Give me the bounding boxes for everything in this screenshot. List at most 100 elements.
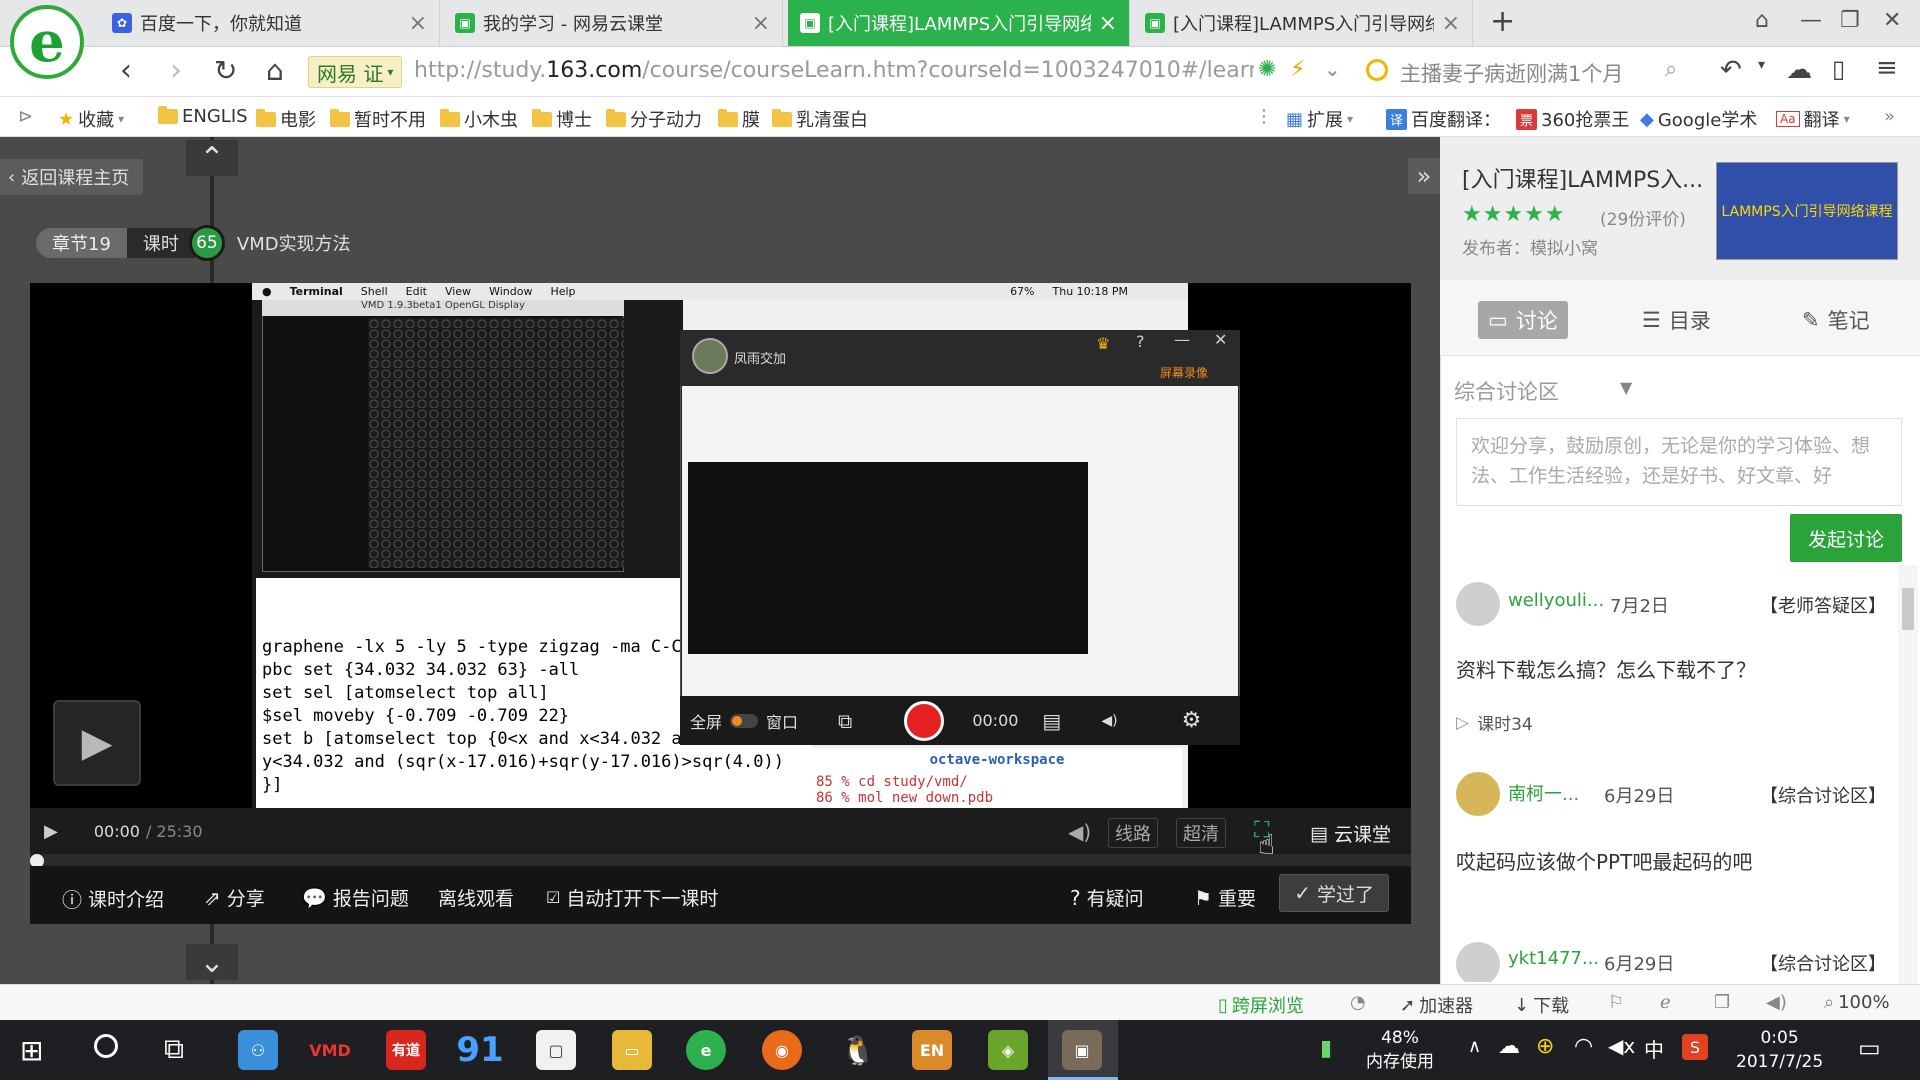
memory-usage[interactable]: 48% 内存使用	[1366, 1026, 1434, 1074]
chevron-down-icon[interactable]: ⌄	[1324, 57, 1341, 81]
site-cert-badge[interactable]: 网易 证 ▾	[308, 56, 403, 88]
bookmark-folder[interactable]: 膜	[718, 106, 760, 132]
cross-screen-button[interactable]: ▯ 跨屏浏览	[1218, 992, 1304, 1018]
baidu-translate-ext[interactable]: 译百度翻译：	[1386, 106, 1501, 132]
ie-icon[interactable]: ℯ	[1660, 992, 1671, 1013]
rating-count[interactable]: (29份评价)	[1600, 205, 1686, 230]
app-youdao-icon[interactable]: 有道	[386, 1030, 426, 1070]
avatar[interactable]	[1456, 772, 1500, 816]
active-app-slot[interactable]: ▣	[1048, 1020, 1118, 1080]
ticket-ext[interactable]: 票 360抢票王	[1516, 106, 1629, 132]
firefox-icon[interactable]: ◉	[762, 1030, 802, 1070]
plus-circle-icon[interactable]: ⊕	[1536, 1034, 1554, 1059]
skin-icon[interactable]: ⌂	[1755, 8, 1769, 33]
cloud-classroom-logo[interactable]: ▤ 云课堂	[1310, 820, 1391, 847]
bookmark-favorites[interactable]: ★ 收藏 ▾	[58, 106, 124, 132]
home-icon[interactable]: ⌂	[266, 56, 284, 86]
restore-icon[interactable]: ❐	[1840, 8, 1860, 33]
post-author[interactable]: ykt1477...	[1508, 948, 1599, 969]
accelerator-button[interactable]: ➚ 加速器	[1400, 992, 1473, 1018]
close-tab-icon[interactable]: ×	[1442, 11, 1460, 36]
post-author[interactable]: 南柯一...	[1508, 780, 1579, 806]
bookmark-folder[interactable]: 乳清蛋白	[772, 106, 868, 132]
share-button[interactable]: ⇗ 分享	[204, 884, 265, 911]
learned-button[interactable]: ✓ 学过了	[1279, 874, 1389, 912]
double-chevron-right-icon[interactable]: »	[1884, 106, 1895, 127]
course-thumbnail[interactable]: LAMMPS入门引导网络课程	[1716, 162, 1898, 260]
new-tab-button[interactable]: +	[1490, 4, 1515, 39]
volume-icon[interactable]: ◀)	[1068, 820, 1091, 844]
discussion-textarea[interactable]: 欢迎分享，鼓励原创，无论是你的学习体验、想法、工作生活经验，还是好书、好文章、好	[1456, 418, 1902, 506]
wifi-icon[interactable]: ◠	[1574, 1034, 1593, 1059]
bookmark-folder[interactable]: 暂时不用	[330, 106, 426, 132]
avatar[interactable]	[1456, 942, 1500, 982]
refresh-icon[interactable]: ↻	[214, 56, 237, 86]
extensions-button[interactable]: ▦ 扩展 ▾	[1286, 106, 1353, 132]
post-author[interactable]: wellyouli...	[1508, 590, 1604, 611]
qq-icon[interactable]: 🐧	[838, 1030, 878, 1070]
avatar[interactable]	[1456, 582, 1500, 626]
windows-start-icon[interactable]: ⊞	[20, 1034, 43, 1067]
offline-watch-button[interactable]: 离线观看	[438, 884, 514, 911]
speaker-muted-icon[interactable]: ◀x	[1608, 1034, 1635, 1058]
important-button[interactable]: ⚑ 重要	[1194, 884, 1256, 911]
tab-catalog[interactable]: ☰ 目录	[1632, 301, 1721, 339]
battery-icon[interactable]: ▮	[1320, 1036, 1332, 1061]
close-tab-icon[interactable]: ×	[752, 11, 770, 36]
bookmark-folder[interactable]: 分子动力	[606, 106, 702, 132]
minimize-icon[interactable]: —	[1800, 8, 1822, 33]
chevron-down-icon[interactable]: ▼	[1620, 378, 1632, 397]
close-window-icon[interactable]: ✕	[1883, 8, 1901, 33]
chevron-up-icon[interactable]: ∧	[1468, 1036, 1481, 1057]
post-area[interactable]: 【老师答疑区】	[1760, 592, 1886, 618]
quality-select-button[interactable]: 超清	[1176, 818, 1226, 848]
prev-lesson-up-icon[interactable]: ⌃	[186, 140, 238, 176]
cloud-icon[interactable]: ☁	[1786, 55, 1812, 85]
file-explorer-icon[interactable]: ▭	[612, 1030, 652, 1070]
browser-tab-baidu[interactable]: ✿ 百度一下，你就知道 ×	[100, 0, 440, 46]
window-icon[interactable]: ❐	[1714, 992, 1730, 1013]
post-text[interactable]: 哎起码应该做个PPT吧最起码的吧	[1456, 846, 1752, 875]
download-button[interactable]: ↓ 下载	[1514, 992, 1569, 1018]
accelerate-icon[interactable]: ✺	[1258, 57, 1276, 82]
bookmark-folder[interactable]: 电影	[256, 106, 316, 132]
browser-logo[interactable]: e	[10, 5, 84, 79]
report-issue-button[interactable]: 💬 报告问题	[302, 884, 409, 911]
auto-next-checkbox[interactable]: ☑ 自动打开下一课时	[546, 884, 718, 911]
browser-tab-my-study[interactable]: ▣ 我的学习 - 网易云课堂 ×	[443, 0, 783, 46]
course-title[interactable]: [入门课程]LAMMPS入...	[1462, 162, 1703, 194]
search-input[interactable]: 主播妻子病逝刚满1个月	[1400, 58, 1623, 88]
browser-tab-lammps[interactable]: ▣ [入门课程]LAMMPS入门引导网络课 ×	[1133, 0, 1473, 46]
chevron-down-icon[interactable]: ▾	[1758, 57, 1765, 73]
bookmark-folder[interactable]: 小木虫	[440, 106, 518, 132]
sidebar-toggle-icon[interactable]: ⊳	[18, 106, 33, 127]
collapse-panel-icon[interactable]: »	[1408, 158, 1440, 194]
menu-icon[interactable]: ≡	[1876, 53, 1898, 83]
forward-icon[interactable]: ›	[170, 56, 182, 86]
task-view-icon[interactable]: ⧉	[164, 1032, 184, 1066]
discussion-area-select[interactable]: 综合讨论区	[1454, 376, 1559, 406]
search-engine-icon[interactable]	[1366, 59, 1388, 81]
lesson-intro-button[interactable]: ⓘ 课时介绍	[62, 884, 164, 913]
line-select-button[interactable]: 线路	[1108, 818, 1158, 848]
play-icon[interactable]: ▶	[44, 821, 58, 842]
more-icon[interactable]: ⋮	[1255, 106, 1273, 127]
notification-icon[interactable]: ▭	[1858, 1034, 1881, 1062]
next-lesson-down-icon[interactable]: ⌄	[186, 944, 238, 980]
back-icon[interactable]: ‹	[120, 56, 132, 86]
system-clock[interactable]: 0:05 2017/7/25	[1736, 1026, 1823, 1074]
browser-tab-lammps-active[interactable]: ▣ [入门课程]LAMMPS入门引导网络课 ×	[788, 0, 1130, 46]
lightning-icon[interactable]: ⚡	[1290, 57, 1305, 82]
post-area[interactable]: 【综合讨论区】	[1760, 782, 1886, 808]
url-field[interactable]: http://study.163.com/course/courseLearn.…	[414, 58, 1254, 88]
flag-icon[interactable]: ⚐	[1608, 992, 1624, 1013]
app-green-icon[interactable]: ◈	[988, 1030, 1028, 1070]
cortana-icon[interactable]	[94, 1034, 118, 1058]
app-vmd-icon[interactable]: VMD	[309, 1030, 351, 1070]
ime-indicator[interactable]: 中	[1644, 1034, 1664, 1063]
tab-notes[interactable]: ✎ 笔记	[1792, 301, 1880, 339]
bookmark-folder[interactable]: 博士	[532, 106, 592, 132]
volume-icon[interactable]: ◀)	[1766, 992, 1787, 1013]
start-discussion-button[interactable]: 发起讨论	[1790, 514, 1902, 562]
phone-icon[interactable]: ▯	[1832, 55, 1845, 83]
